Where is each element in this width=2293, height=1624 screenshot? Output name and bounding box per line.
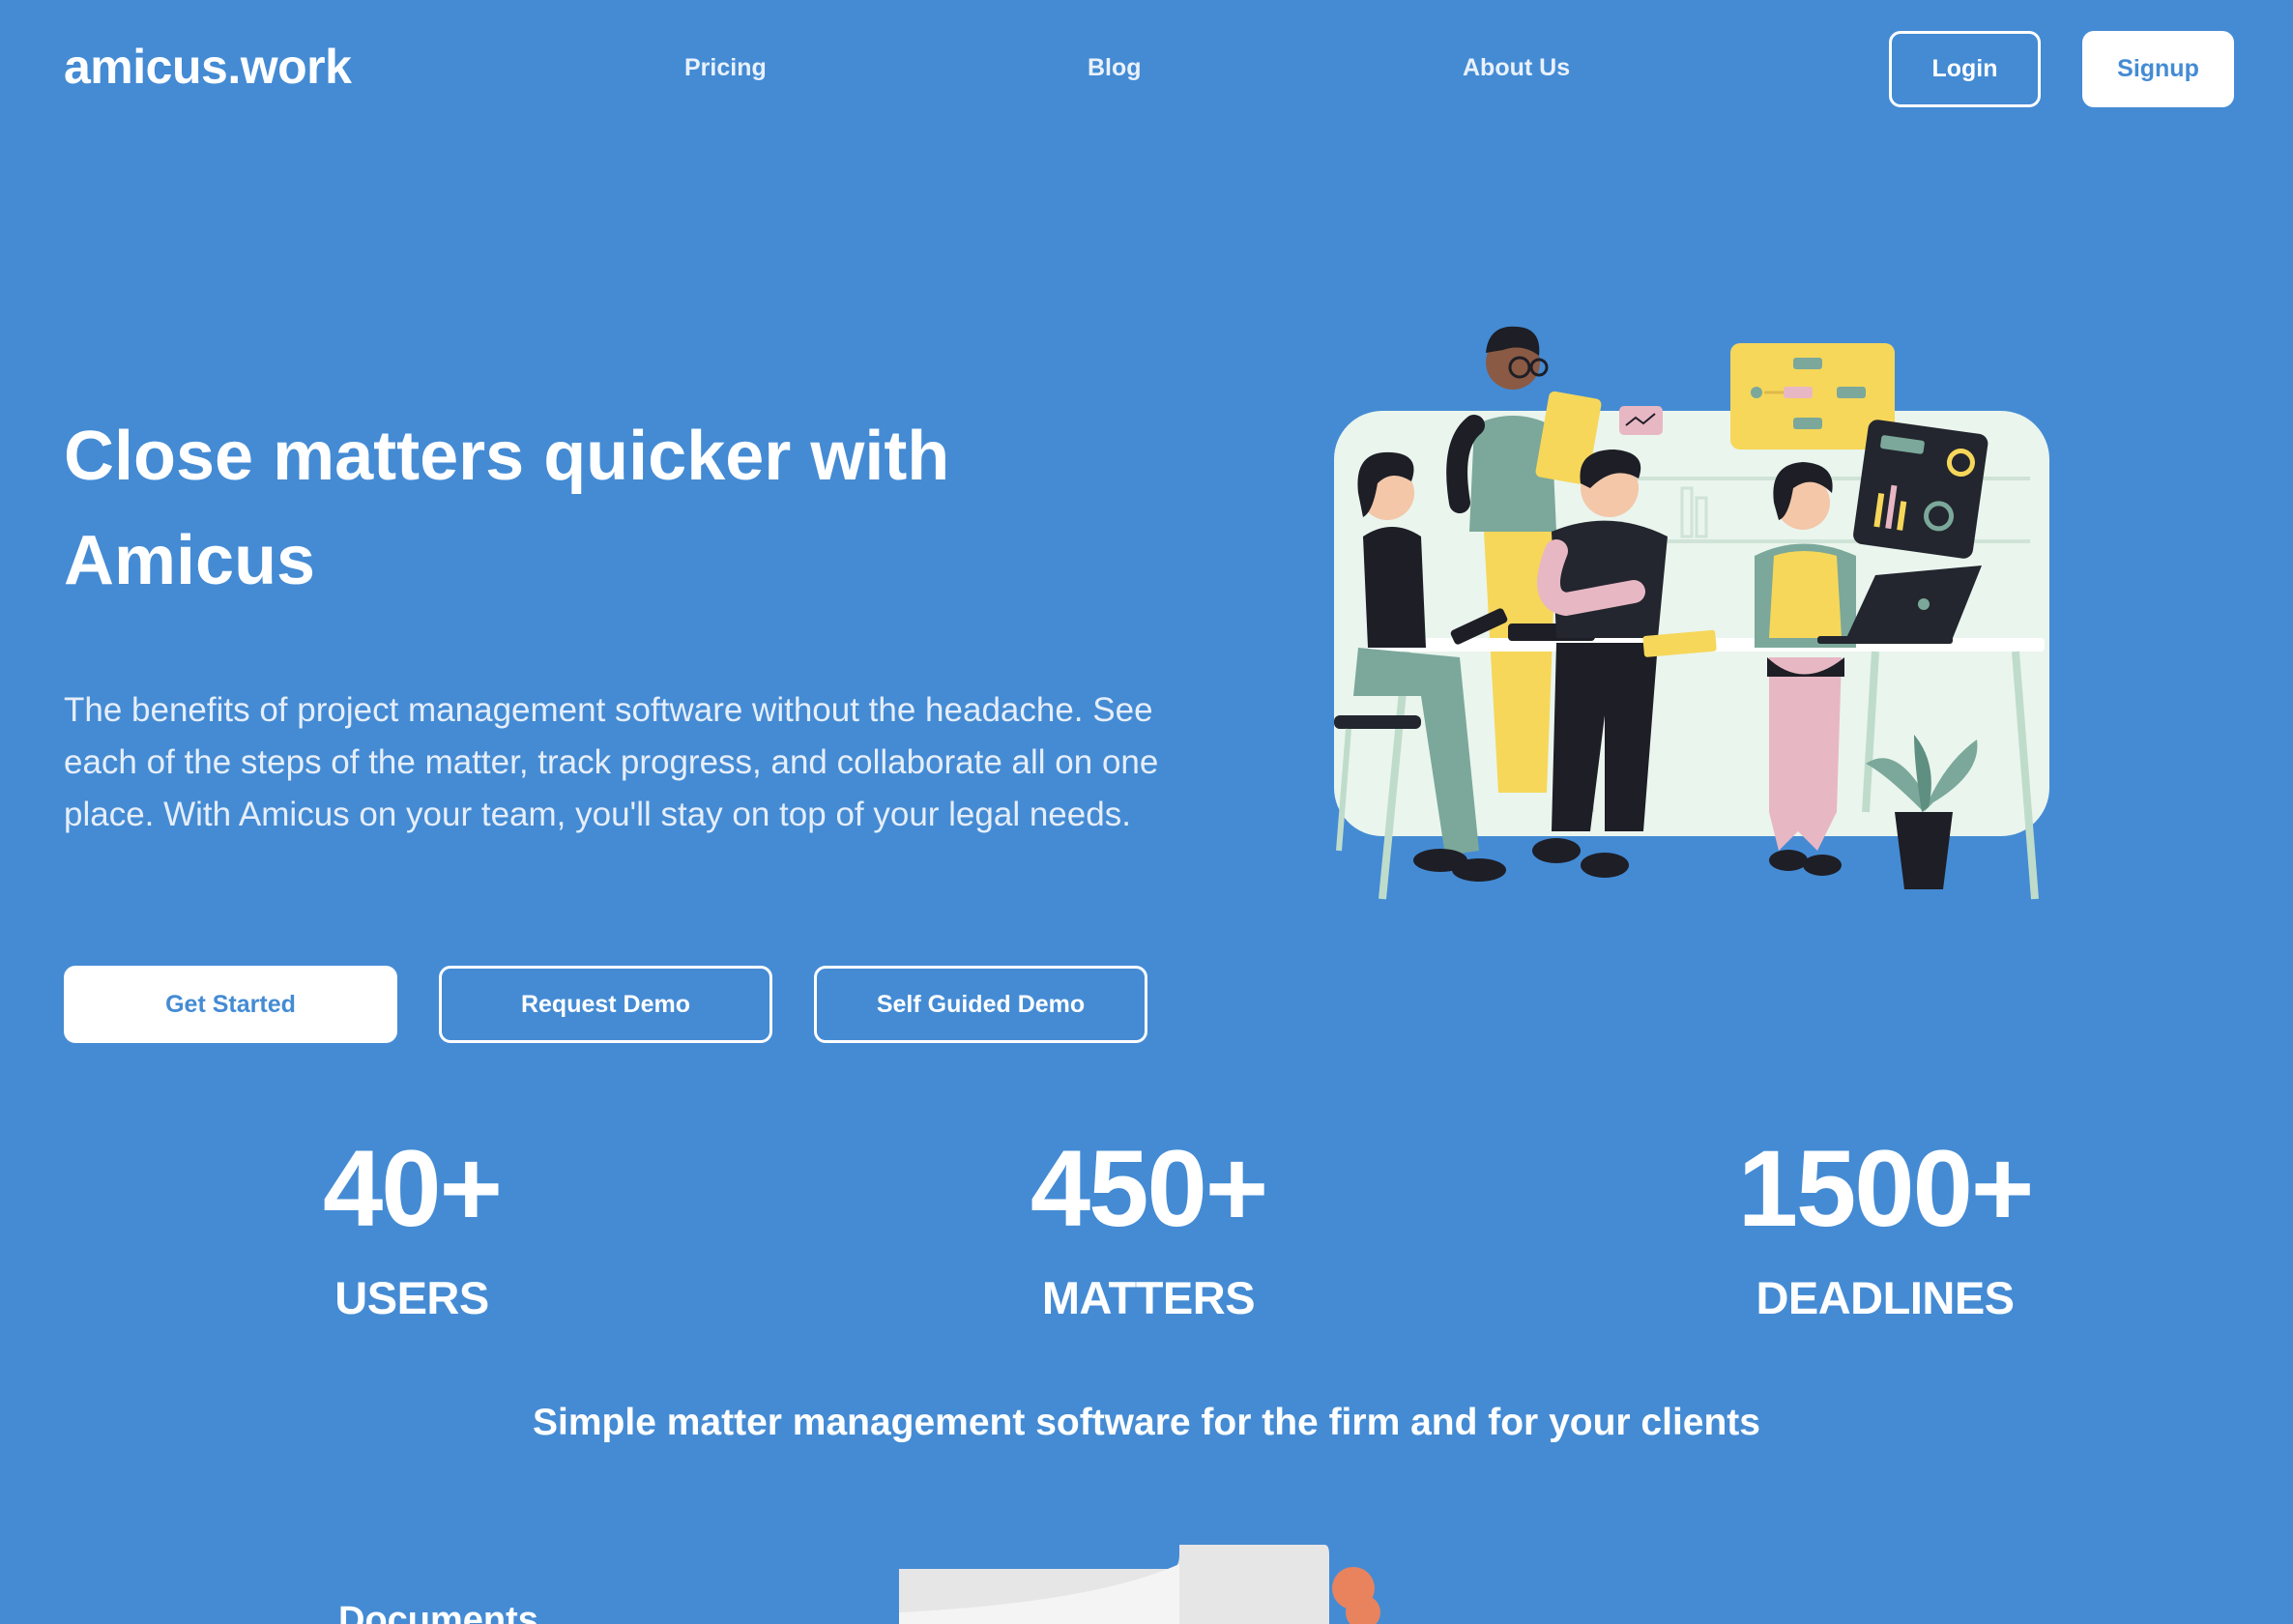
stat-deadlines-label: DEADLINES [1756, 1272, 2015, 1323]
request-demo-button[interactable]: Request Demo [439, 966, 772, 1043]
stat-deadlines-value: 1500+ [1737, 1128, 2035, 1249]
top-navbar: amicus.work Pricing Blog About Us Login … [0, 0, 2293, 139]
stat-users-value: 40+ [323, 1128, 503, 1249]
stat-deadlines: 1500+ DEADLINES [1643, 1126, 2127, 1324]
login-button[interactable]: Login [1889, 31, 2041, 107]
stat-matters-value: 450+ [1030, 1128, 1268, 1249]
get-started-button[interactable]: Get Started [64, 966, 397, 1043]
stat-matters-label: MATTERS [1041, 1272, 1256, 1323]
hero-title: Close matters quicker with Amicus [64, 404, 1127, 613]
feature-heading-documents: Documents [338, 1600, 538, 1624]
team-collaboration-illustration [1334, 326, 2049, 900]
site-logo[interactable]: amicus.work [64, 39, 352, 95]
hero-title-line-1: Close matters quicker with [64, 418, 950, 495]
self-guided-demo-button[interactable]: Self Guided Demo [814, 966, 1147, 1043]
hero-description: The benefits of project management softw… [64, 691, 1159, 833]
stat-matters: 450+ MATTERS [907, 1126, 1390, 1324]
nav-link-pricing[interactable]: Pricing [684, 54, 767, 82]
signup-button[interactable]: Signup [2082, 31, 2234, 107]
nav-link-blog[interactable]: Blog [1088, 54, 1142, 82]
stat-users-label: USERS [334, 1272, 489, 1323]
stat-users: 40+ USERS [170, 1126, 653, 1324]
nav-link-about-us[interactable]: About Us [1463, 54, 1570, 82]
hero-title-line-2: Amicus [64, 522, 316, 599]
section-tagline: Simple matter management software for th… [533, 1402, 1760, 1443]
documents-preview-image [899, 1545, 1380, 1624]
